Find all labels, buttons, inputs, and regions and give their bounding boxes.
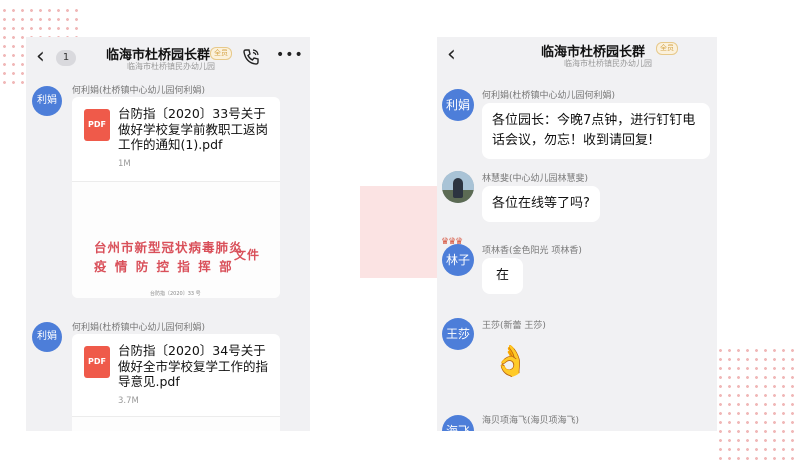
message-bubble[interactable]: 各位园长：今晚7点钟，进行钉钉电话会议，勿忘！收到请回复! bbox=[482, 103, 710, 159]
file-size: 3.7M bbox=[118, 396, 139, 406]
preview-heading-line1: 台州市新型冠状病毒肺炎 bbox=[94, 240, 243, 255]
sender-name: 林慧斐(中心幼儿园林慧斐) bbox=[482, 174, 589, 184]
sender-name: 何利娟(杜桥镇中心幼儿园何利娟) bbox=[72, 86, 206, 96]
preview-heading-suffix: 文件 bbox=[234, 248, 261, 262]
avatar-photo-person bbox=[453, 178, 463, 198]
canvas: ‹ 1 临海市杜桥园长群 全员 临海市杜桥镇民办幼儿园 ••• 利娟 何利娟(杜… bbox=[0, 0, 800, 460]
preview-document-number: 台防指〔2020〕33 号 bbox=[150, 291, 201, 297]
preview-heading-line2: 疫 情 防 控 指 挥 部 bbox=[94, 259, 234, 274]
document-preview[interactable]: 台州市新型冠状病毒肺炎 疫 情 防 控 指 挥 部 文件 台防指〔2020〕33… bbox=[72, 181, 280, 298]
more-icon[interactable]: ••• bbox=[276, 48, 304, 62]
unread-count-badge[interactable]: 1 bbox=[56, 50, 76, 66]
sender-name: 何利娟(杜桥镇中心幼儿园何利娟) bbox=[72, 323, 206, 333]
document-preview[interactable] bbox=[72, 416, 280, 431]
message-bubble[interactable]: 各位在线等了吗? bbox=[482, 186, 600, 222]
pdf-file-icon: PDF bbox=[84, 346, 110, 378]
chat-header: ‹ 临海市杜桥园长群 全员 临海市杜桥镇民办幼儿园 bbox=[437, 37, 717, 77]
sender-avatar[interactable]: 王莎 bbox=[442, 318, 474, 350]
back-arrow-icon[interactable]: ‹ bbox=[36, 46, 45, 68]
file-name: 台防指〔2020〕34号关于做好全市学校复学工作的指导意见.pdf bbox=[118, 343, 269, 389]
sender-avatar[interactable]: 利娟 bbox=[442, 89, 474, 121]
file-message-card[interactable]: PDF 台防指〔2020〕34号关于做好全市学校复学工作的指导意见.pdf 3.… bbox=[72, 334, 280, 431]
sender-avatar[interactable]: 利娟 bbox=[32, 86, 62, 116]
right-chat-screen: ‹ 临海市杜桥园长群 全员 临海市杜桥镇民办幼儿园 利娟 何利娟(杜桥镇中心幼儿… bbox=[437, 37, 717, 431]
chat-header: ‹ 1 临海市杜桥园长群 全员 临海市杜桥镇民办幼儿园 ••• bbox=[26, 37, 310, 77]
sender-name: 何利娟(杜桥镇中心幼儿园何利娟) bbox=[482, 91, 616, 101]
sender-avatar[interactable]: 利娟 bbox=[32, 322, 62, 352]
member-tag: 全员 bbox=[210, 47, 232, 60]
phone-call-icon[interactable] bbox=[242, 48, 260, 69]
pdf-file-icon: PDF bbox=[84, 109, 110, 141]
member-tag: 全员 bbox=[656, 42, 678, 55]
left-chat-screen: ‹ 1 临海市杜桥园长群 全员 临海市杜桥镇民办幼儿园 ••• 利娟 何利娟(杜… bbox=[26, 37, 310, 431]
sender-name: 项林香(金色阳光 项林香) bbox=[482, 246, 582, 256]
crown-decoration-icon: ♛♛♛ bbox=[441, 237, 463, 247]
decorative-pink-block bbox=[360, 186, 442, 278]
group-subtitle: 临海市杜桥镇民办幼儿园 bbox=[564, 59, 652, 68]
sender-name: 海贝项海飞(海贝项海飞) bbox=[482, 416, 580, 426]
ok-hand-emoji[interactable]: 👌 bbox=[492, 347, 529, 377]
decorative-dots-bottom-right bbox=[716, 346, 800, 460]
file-name: 台防指〔2020〕33号关于做好学校复学前教职工返岗工作的通知(1).pdf bbox=[118, 106, 269, 152]
sender-avatar[interactable]: 海飞 bbox=[442, 415, 474, 431]
back-arrow-icon[interactable]: ‹ bbox=[447, 44, 456, 66]
group-subtitle: 临海市杜桥镇民办幼儿园 bbox=[127, 62, 215, 71]
file-size: 1M bbox=[118, 159, 131, 169]
sender-avatar[interactable]: 林子 bbox=[442, 244, 474, 276]
sender-name: 王莎(新蕾 王莎) bbox=[482, 321, 546, 331]
file-message-card[interactable]: PDF 台防指〔2020〕33号关于做好学校复学前教职工返岗工作的通知(1).p… bbox=[72, 97, 280, 298]
message-bubble[interactable]: 在 bbox=[482, 258, 524, 294]
sender-photo-avatar[interactable] bbox=[442, 171, 474, 203]
